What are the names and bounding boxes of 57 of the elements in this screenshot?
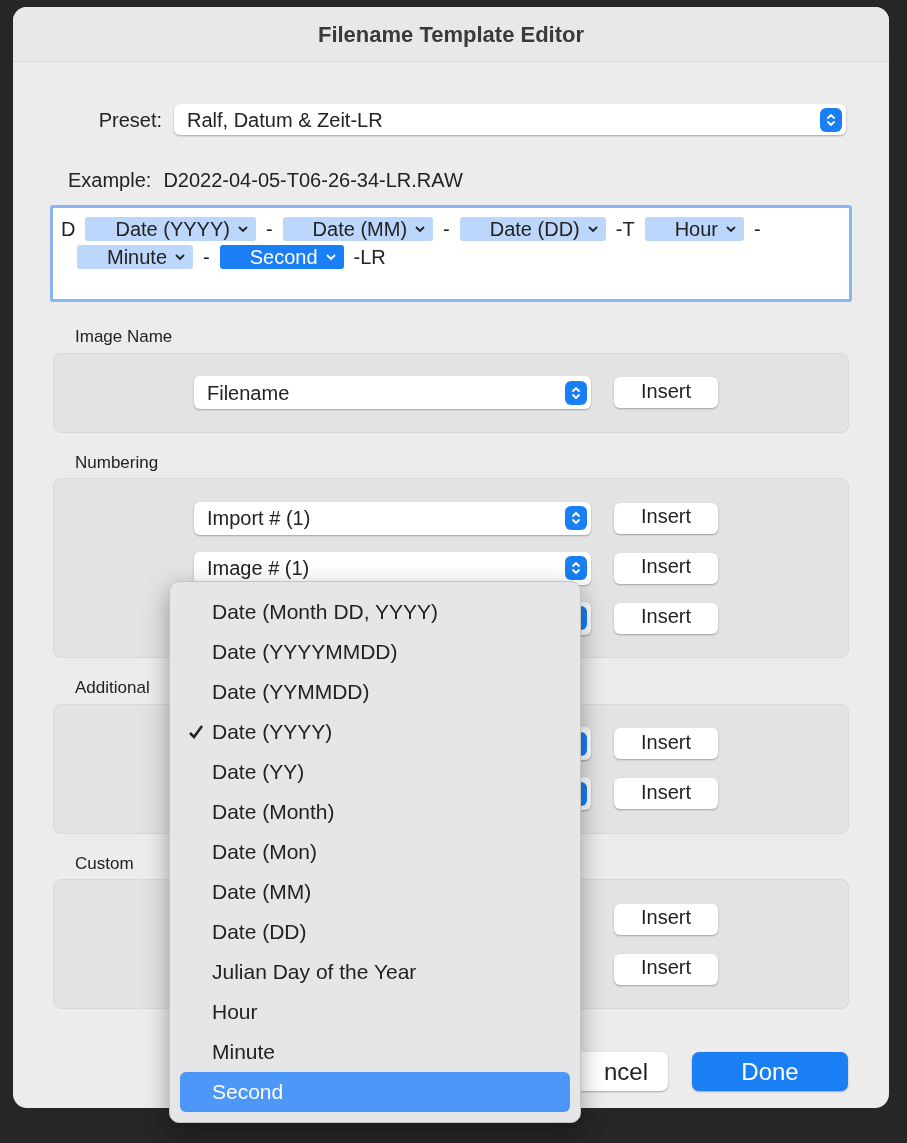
- template-token[interactable]: Hour: [644, 217, 744, 241]
- chevron-down-icon: [415, 225, 426, 233]
- template-token[interactable]: Second: [219, 245, 344, 269]
- template-text: -: [754, 217, 761, 242]
- template-token[interactable]: Minute: [77, 245, 194, 269]
- section-title: Image Name: [75, 326, 173, 348]
- menu-item[interactable]: Date (YYYYMMDD): [180, 632, 570, 672]
- menu-item[interactable]: Date (YY): [180, 752, 570, 792]
- insert-button[interactable]: Insert: [614, 602, 718, 634]
- menu-item[interactable]: Date (YYMMDD): [180, 672, 570, 712]
- template-text: -: [443, 217, 450, 242]
- dropdown-select[interactable]: Import # (1): [194, 501, 591, 535]
- section-title: Additional: [75, 677, 150, 699]
- menu-item[interactable]: Date (Month DD, YYYY): [180, 592, 570, 632]
- chevron-down-icon: [587, 225, 598, 233]
- menu-item[interactable]: Date (DD): [180, 912, 570, 952]
- menu-item[interactable]: Date (Month): [180, 792, 570, 832]
- template-text: -LR: [353, 245, 386, 270]
- menu-item[interactable]: Date (Mon): [180, 832, 570, 872]
- checkmark-icon: [188, 724, 204, 740]
- chevron-down-icon: [175, 253, 186, 261]
- insert-button[interactable]: Insert: [614, 377, 718, 408]
- insert-button[interactable]: Insert: [614, 903, 718, 935]
- insert-button[interactable]: Insert: [614, 778, 718, 809]
- template-token[interactable]: Date (MM): [282, 217, 434, 241]
- template-text: -: [203, 245, 210, 270]
- section-title: Custom: [75, 852, 134, 875]
- template-text: -: [265, 217, 273, 242]
- template-field[interactable]: D Date (YYYY) - Date (MM) - Date (DD) -T Hour - Minute - Second -LR: [50, 205, 852, 302]
- done-button[interactable]: Done: [692, 1052, 848, 1091]
- menu-item[interactable]: Date (MM): [180, 872, 570, 912]
- chevron-down-icon: [325, 253, 336, 261]
- template-token[interactable]: Date (YYYY): [85, 217, 256, 241]
- window-title: Filename Template Editor: [317, 20, 585, 49]
- chevron-down-icon: [237, 225, 248, 233]
- preset-select[interactable]: Ralf, Datum & Zeit-LR: [174, 104, 846, 135]
- stepper-icon: [565, 380, 587, 405]
- stepper-icon: [565, 506, 587, 530]
- menu-item[interactable]: Date (YYYY): [180, 712, 570, 752]
- template-text: -T: [615, 217, 635, 242]
- template-text: D: [61, 217, 76, 242]
- insert-button[interactable]: Insert: [614, 502, 718, 534]
- stepper-icon: [565, 556, 587, 580]
- menu-item[interactable]: Julian Day of the Year: [180, 952, 570, 992]
- example-filename: D2022-04-05-T06-26-34-LR.RAW: [163, 168, 463, 193]
- template-token[interactable]: Date (DD): [459, 217, 606, 241]
- insert-button[interactable]: Insert: [614, 552, 718, 584]
- stepper-icon: [820, 107, 842, 132]
- preset-label: Preset:: [97, 107, 162, 133]
- chevron-down-icon: [726, 225, 736, 233]
- insert-button[interactable]: Insert: [614, 728, 718, 759]
- dropdown-select[interactable]: Filename: [194, 376, 591, 409]
- menu-item[interactable]: Minute: [180, 1032, 570, 1072]
- example-label: Example:: [68, 168, 152, 193]
- insert-button[interactable]: Insert: [614, 953, 718, 985]
- section-title: Numbering: [75, 451, 159, 474]
- menu-item[interactable]: Hour: [180, 992, 570, 1032]
